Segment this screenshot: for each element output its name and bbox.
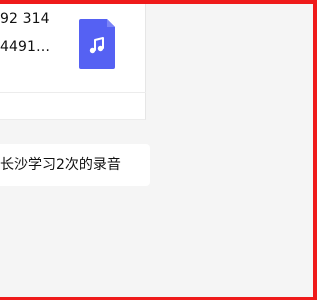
file-info-line-1: 92 314 [0, 11, 50, 27]
music-file-icon [79, 19, 115, 69]
message-bubble[interactable]: 长沙学习2次的录音 [0, 144, 150, 186]
chat-screen: 92 314 4491… 长沙学习2次的录音 [0, 0, 317, 300]
file-info-line-2: 4491… [0, 39, 51, 55]
message-text: 长沙学习2次的录音 [0, 157, 121, 173]
file-card-divider [0, 92, 146, 93]
file-message-card[interactable]: 92 314 4491… [0, 4, 146, 120]
